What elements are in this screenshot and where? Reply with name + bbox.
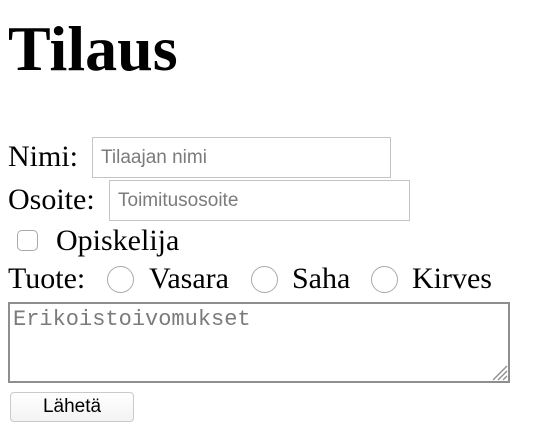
radio-vasara[interactable] — [107, 266, 134, 293]
radio-kirves-label: Kirves — [412, 262, 492, 295]
submit-button[interactable]: Lähetä — [10, 392, 134, 422]
resize-grip-icon[interactable] — [490, 363, 508, 381]
name-input[interactable] — [92, 137, 391, 178]
address-label: Osoite: — [8, 183, 95, 216]
student-label: Opiskelija — [56, 224, 180, 257]
radio-vasara-label: Vasara — [149, 262, 229, 295]
special-requests-textarea[interactable] — [8, 302, 510, 383]
name-label: Nimi: — [8, 140, 79, 173]
student-checkbox[interactable] — [17, 230, 38, 251]
radio-kirves[interactable] — [371, 266, 398, 293]
radio-saha[interactable] — [251, 266, 278, 293]
product-label: Tuote: — [8, 262, 86, 295]
address-input[interactable] — [109, 180, 410, 221]
page-title: Tilaus — [8, 13, 178, 84]
radio-saha-label: Saha — [292, 262, 351, 295]
